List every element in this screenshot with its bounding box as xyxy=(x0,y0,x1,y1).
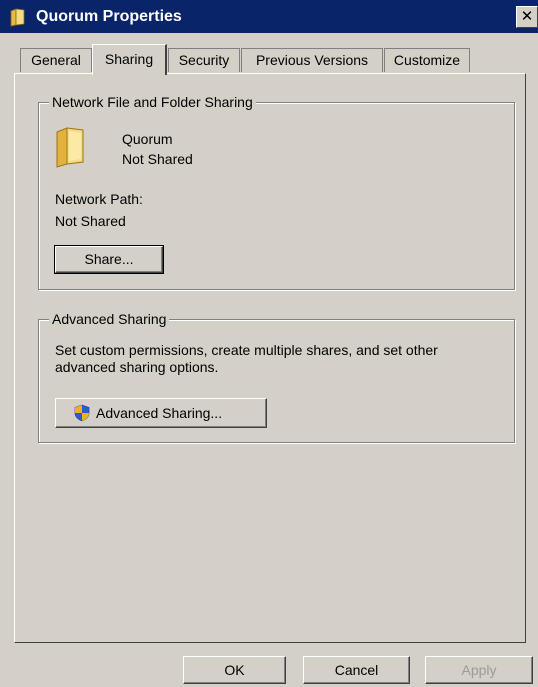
window-title: Quorum Properties xyxy=(36,8,182,25)
tab-sharing[interactable]: Sharing xyxy=(92,44,167,75)
folder-icon xyxy=(10,8,25,27)
folder-name: Quorum xyxy=(122,131,173,147)
tab-security[interactable]: Security xyxy=(168,48,240,72)
close-button[interactable]: ✕ xyxy=(516,6,538,28)
advanced-sharing-button[interactable]: Advanced Sharing... xyxy=(55,398,267,428)
advanced-sharing-description-line2: advanced sharing options. xyxy=(55,359,219,375)
folder-share-status: Not Shared xyxy=(122,151,193,167)
tab-customize[interactable]: Customize xyxy=(384,48,470,72)
shield-icon xyxy=(74,404,90,422)
tab-general[interactable]: General xyxy=(20,48,92,72)
network-path-label: Network Path: xyxy=(55,191,143,207)
cancel-button[interactable]: Cancel xyxy=(303,656,410,684)
tab-previous-versions[interactable]: Previous Versions xyxy=(241,48,383,72)
advanced-sharing-legend: Advanced Sharing xyxy=(49,310,170,328)
folder-icon xyxy=(56,127,84,168)
share-button[interactable]: Share... xyxy=(54,245,164,274)
title-bar: Quorum Properties ✕ xyxy=(0,0,538,33)
ok-button[interactable]: OK xyxy=(183,656,286,684)
network-sharing-legend: Network File and Folder Sharing xyxy=(49,93,256,111)
advanced-sharing-description-line1: Set custom permissions, create multiple … xyxy=(55,342,438,358)
network-path-value: Not Shared xyxy=(55,213,126,229)
advanced-sharing-button-label: Advanced Sharing... xyxy=(96,405,223,421)
apply-button[interactable]: Apply xyxy=(425,656,533,684)
